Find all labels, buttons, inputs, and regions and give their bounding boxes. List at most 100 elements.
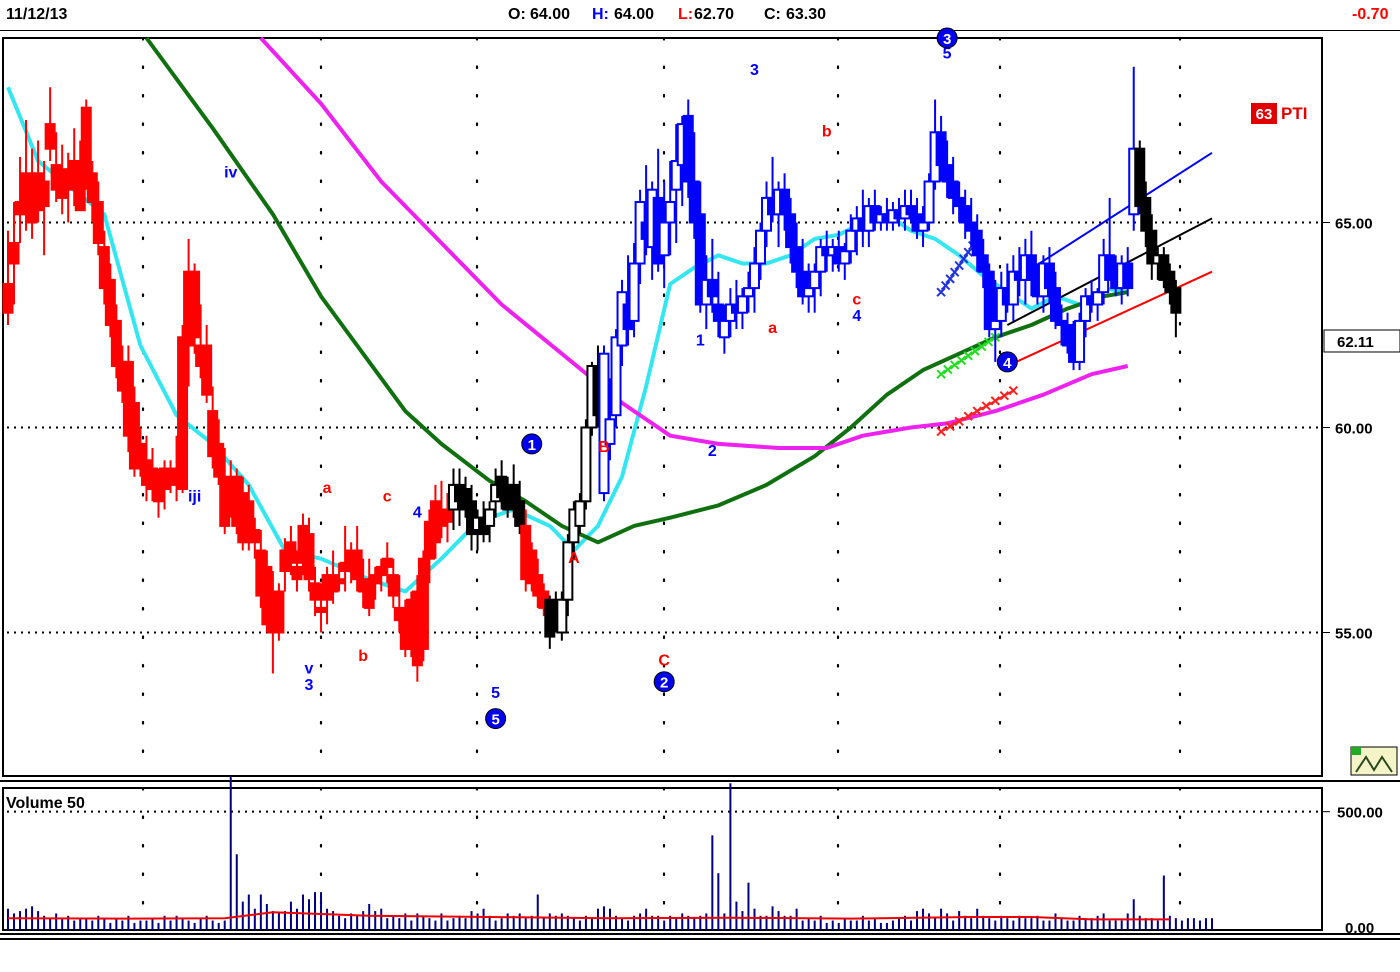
- wave-label: 4: [852, 308, 861, 325]
- candle-body: [1074, 319, 1086, 363]
- wave-label: 3: [305, 677, 314, 694]
- volume-tick-label: 500.00: [1337, 805, 1383, 822]
- candle-body: [779, 188, 791, 216]
- candle-body: [748, 262, 760, 290]
- candle: [544, 595, 556, 649]
- wave-label: a: [323, 480, 332, 497]
- candle-body: [213, 442, 225, 478]
- wave-label: C: [658, 652, 670, 669]
- hatch-x: [936, 369, 946, 379]
- chart-canvas[interactable]: 65.0060.0055.00500.000.0062.11iviji av3bc…: [0, 0, 1400, 970]
- wave-label: B: [598, 439, 610, 456]
- candle-body: [1140, 196, 1152, 232]
- candle-body: [1025, 254, 1037, 281]
- candle-body: [1170, 287, 1182, 314]
- symbol-badge-text: 63: [1256, 106, 1273, 123]
- wave-label: c: [852, 292, 861, 309]
- candle-body: [658, 221, 670, 257]
- candle: [417, 550, 429, 662]
- candle-body: [1049, 287, 1061, 322]
- candle-body: [736, 295, 748, 314]
- candle-body: [351, 549, 363, 581]
- candle: [363, 558, 375, 617]
- wave-circle-label: 3: [936, 27, 958, 49]
- wave-circle-label: 1: [521, 433, 543, 455]
- hatch-x: [1008, 385, 1019, 396]
- candle-body: [755, 229, 766, 265]
- candle-body: [556, 598, 568, 634]
- moving-average-line: [6, 86, 1129, 594]
- hatch-x: [936, 287, 946, 297]
- candle-body: [387, 574, 399, 597]
- candle-body: [333, 578, 345, 585]
- volume-tick-label: 0.00: [1345, 920, 1374, 937]
- candle-body: [935, 131, 947, 167]
- hatch-x: [949, 360, 960, 370]
- candle-body: [309, 582, 321, 601]
- candle-body: [905, 205, 917, 216]
- wave-circle-text: 3: [943, 31, 951, 48]
- wave-label: A: [568, 550, 580, 567]
- candle-body: [1104, 254, 1116, 281]
- candle-body: [1122, 262, 1134, 290]
- scale-icon: [1350, 746, 1398, 776]
- chart-window: 11/12/13 O: 64.00 H: 64.00 L: 62.70 C: 6…: [0, 0, 1400, 972]
- wave-circle-label: 4: [996, 351, 1018, 373]
- candle-body: [941, 164, 953, 183]
- hatch-x: [954, 260, 964, 271]
- candle: [1170, 279, 1182, 338]
- candle-body: [74, 180, 86, 212]
- candle-body: [104, 278, 116, 326]
- candle-body: [706, 278, 718, 298]
- wave-label: 3: [750, 62, 759, 79]
- last-price-label: 62.11: [1337, 334, 1374, 351]
- symbol-label: PTI: [1281, 104, 1307, 123]
- candle-body: [375, 565, 387, 577]
- candle-body: [574, 500, 586, 527]
- candle-body: [484, 508, 496, 527]
- candle-body: [959, 205, 971, 224]
- candle: [44, 87, 56, 161]
- candle-body: [38, 180, 50, 208]
- candle-body: [86, 172, 98, 204]
- moving-average-line: [259, 36, 1129, 450]
- candle-body: [742, 287, 754, 298]
- candle-body: [417, 557, 429, 650]
- candle-body: [953, 196, 965, 208]
- candle: [273, 583, 285, 641]
- candle-body: [839, 250, 851, 265]
- candle: [1104, 197, 1116, 281]
- hatch-x: [963, 247, 973, 257]
- wave-circle-label: 2: [653, 671, 675, 693]
- candle-body: [917, 221, 929, 232]
- candles: [2, 66, 1182, 682]
- wave-label: 4: [413, 505, 422, 522]
- candle-body: [1043, 262, 1055, 290]
- candle-body: [809, 270, 821, 290]
- candle-body: [2, 283, 14, 314]
- hatch-x: [943, 364, 953, 375]
- hatch-x: [940, 280, 951, 291]
- wave-label: b: [358, 648, 368, 665]
- candle-body: [134, 442, 146, 462]
- price-tick-label: 65.00: [1335, 216, 1373, 233]
- hatch-x: [936, 426, 946, 437]
- hatch-x: [981, 401, 991, 411]
- candle-body: [339, 561, 351, 572]
- candle-body: [315, 606, 327, 614]
- wave-circle-text: 1: [528, 437, 536, 454]
- hatch-x: [999, 391, 1010, 401]
- wave-circle-text: 5: [491, 712, 499, 729]
- wave-circle-text: 2: [660, 675, 668, 692]
- volume-panel-frame: [2, 787, 1323, 931]
- candle-body: [381, 557, 393, 568]
- candle-body: [580, 426, 592, 503]
- candle-body: [628, 262, 640, 322]
- candle-body: [303, 533, 315, 581]
- hatch-mark-line: [936, 385, 1019, 437]
- wave-label: iji: [188, 488, 201, 505]
- volume-title: Volume 50: [6, 795, 85, 812]
- candle-body: [712, 303, 724, 322]
- wave-label: 2: [708, 443, 717, 460]
- candle-body: [1062, 324, 1074, 347]
